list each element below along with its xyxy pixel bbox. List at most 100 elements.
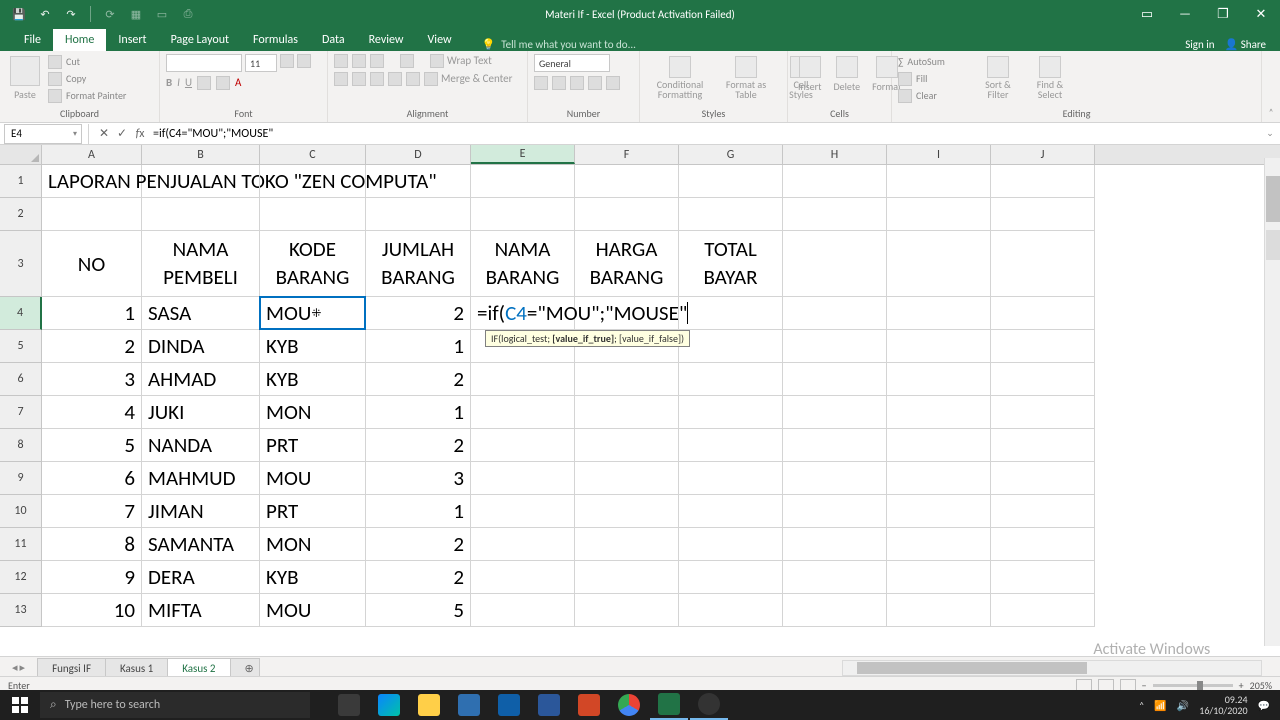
row-header-3[interactable]: 3 <box>0 231 42 297</box>
cell-B8[interactable]: NANDA <box>142 429 260 462</box>
row-header-5[interactable]: 5 <box>0 330 42 363</box>
cell-D9[interactable]: 3 <box>366 462 471 495</box>
tab-view[interactable]: View <box>416 29 464 51</box>
cell-D7[interactable]: 1 <box>366 396 471 429</box>
taskbar-clock[interactable]: 09.24 16/10/2020 <box>1199 694 1247 716</box>
cell-B4[interactable]: SASA <box>142 297 260 330</box>
taskbar-search[interactable]: ⌕ Type here to search <box>40 692 310 718</box>
cell-E2[interactable] <box>471 198 575 231</box>
delete-cells-button[interactable]: Delete <box>830 54 865 95</box>
cell-G10[interactable] <box>679 495 783 528</box>
notifications-icon[interactable]: 💬 <box>1258 699 1270 712</box>
tab-insert[interactable]: Insert <box>106 29 158 51</box>
cell-D1[interactable] <box>366 165 471 198</box>
sort-filter-button[interactable]: Sort & Filter <box>974 54 1022 102</box>
autosum-button[interactable]: ∑AutoSum <box>898 54 970 69</box>
cell-A6[interactable]: 3 <box>42 363 142 396</box>
cell-D5[interactable]: 1 <box>366 330 471 363</box>
italic-button[interactable]: I <box>177 76 180 90</box>
cell-C6[interactable]: KYB <box>260 363 366 396</box>
cell-H1[interactable] <box>783 165 887 198</box>
task-view-icon[interactable] <box>330 690 368 720</box>
cell-A3[interactable]: NO <box>42 231 142 297</box>
cell-J6[interactable] <box>991 363 1095 396</box>
bold-button[interactable]: B <box>166 76 172 90</box>
tab-home[interactable]: Home <box>53 29 106 51</box>
cell-G2[interactable] <box>679 198 783 231</box>
cell-B5[interactable]: DINDA <box>142 330 260 363</box>
align-center-icon[interactable] <box>352 72 366 86</box>
wrap-text-button[interactable]: Wrap Text <box>430 54 492 68</box>
cell-F13[interactable] <box>575 594 679 627</box>
sheet-nav-first-icon[interactable]: ◂ <box>12 661 18 674</box>
align-bottom-icon[interactable] <box>370 54 384 68</box>
row-header-8[interactable]: 8 <box>0 429 42 462</box>
font-name-input[interactable] <box>166 54 242 72</box>
comma-icon[interactable] <box>570 76 584 90</box>
row-header-9[interactable]: 9 <box>0 462 42 495</box>
cell-G9[interactable] <box>679 462 783 495</box>
orientation-icon[interactable] <box>400 54 414 68</box>
cell-B9[interactable]: MAHMUD <box>142 462 260 495</box>
cell-A8[interactable]: 5 <box>42 429 142 462</box>
cell-G7[interactable] <box>679 396 783 429</box>
cell-J4[interactable] <box>991 297 1095 330</box>
cell-D6[interactable]: 2 <box>366 363 471 396</box>
cell-G13[interactable] <box>679 594 783 627</box>
cell-E1[interactable] <box>471 165 575 198</box>
cell-B13[interactable]: MIFTA <box>142 594 260 627</box>
excel-icon[interactable] <box>650 690 688 720</box>
row-header-7[interactable]: 7 <box>0 396 42 429</box>
row-header-6[interactable]: 6 <box>0 363 42 396</box>
cell-F1[interactable] <box>575 165 679 198</box>
cell-H2[interactable] <box>783 198 887 231</box>
row-header-12[interactable]: 12 <box>0 561 42 594</box>
cell-E7[interactable] <box>471 396 575 429</box>
format-painter-button[interactable]: Format Painter <box>48 88 126 103</box>
cell-B6[interactable]: AHMAD <box>142 363 260 396</box>
cell-A7[interactable]: 4 <box>42 396 142 429</box>
cell-E3[interactable]: NAMABARANG <box>471 231 575 297</box>
tell-me[interactable]: 💡Tell me what you want to do... <box>464 38 636 51</box>
cancel-formula-icon[interactable]: ✕ <box>95 126 113 141</box>
cell-E13[interactable] <box>471 594 575 627</box>
formula-input[interactable]: =if(C4="MOU";"MOUSE" <box>149 127 1260 141</box>
expand-formula-bar-icon[interactable]: ⌄ <box>1260 128 1280 139</box>
cell-F9[interactable] <box>575 462 679 495</box>
sign-in-link[interactable]: Sign in <box>1185 38 1214 51</box>
cell-E11[interactable] <box>471 528 575 561</box>
cell-H8[interactable] <box>783 429 887 462</box>
cell-C13[interactable]: MOU <box>260 594 366 627</box>
enter-formula-icon[interactable]: ✓ <box>113 126 131 141</box>
cell-C12[interactable]: KYB <box>260 561 366 594</box>
cell-J12[interactable] <box>991 561 1095 594</box>
mail-icon[interactable] <box>490 690 528 720</box>
cell-I12[interactable] <box>887 561 991 594</box>
cell-C2[interactable] <box>260 198 366 231</box>
tray-volume-icon[interactable]: 🔊 <box>1177 699 1189 712</box>
sheet-tab-2[interactable]: Kasus 1 <box>105 658 168 678</box>
zoom-slider[interactable] <box>1153 684 1233 687</box>
cell-A13[interactable]: 10 <box>42 594 142 627</box>
cell-J3[interactable] <box>991 231 1095 297</box>
file-explorer-icon[interactable] <box>410 690 448 720</box>
worksheet-grid[interactable]: ABCDEFGHIJ 1LAPORAN PENJUALAN TOKO "ZEN … <box>0 145 1280 645</box>
cell-C5[interactable]: KYB <box>260 330 366 363</box>
close-icon[interactable]: ✕ <box>1242 0 1280 28</box>
row-header-13[interactable]: 13 <box>0 594 42 627</box>
cell-I3[interactable] <box>887 231 991 297</box>
qat-icon-4[interactable]: ⎙ <box>179 5 197 23</box>
cell-J8[interactable] <box>991 429 1095 462</box>
cell-I10[interactable] <box>887 495 991 528</box>
cell-A2[interactable] <box>42 198 142 231</box>
cell-D12[interactable]: 2 <box>366 561 471 594</box>
cell-C4[interactable]: MOU⁜ <box>260 297 366 330</box>
cell-H7[interactable] <box>783 396 887 429</box>
align-top-icon[interactable] <box>334 54 348 68</box>
cell-B2[interactable] <box>142 198 260 231</box>
cell-I5[interactable] <box>887 330 991 363</box>
cell-D4[interactable]: 2 <box>366 297 471 330</box>
cell-D8[interactable]: 2 <box>366 429 471 462</box>
inc-decimal-icon[interactable] <box>588 76 602 90</box>
cell-D2[interactable] <box>366 198 471 231</box>
